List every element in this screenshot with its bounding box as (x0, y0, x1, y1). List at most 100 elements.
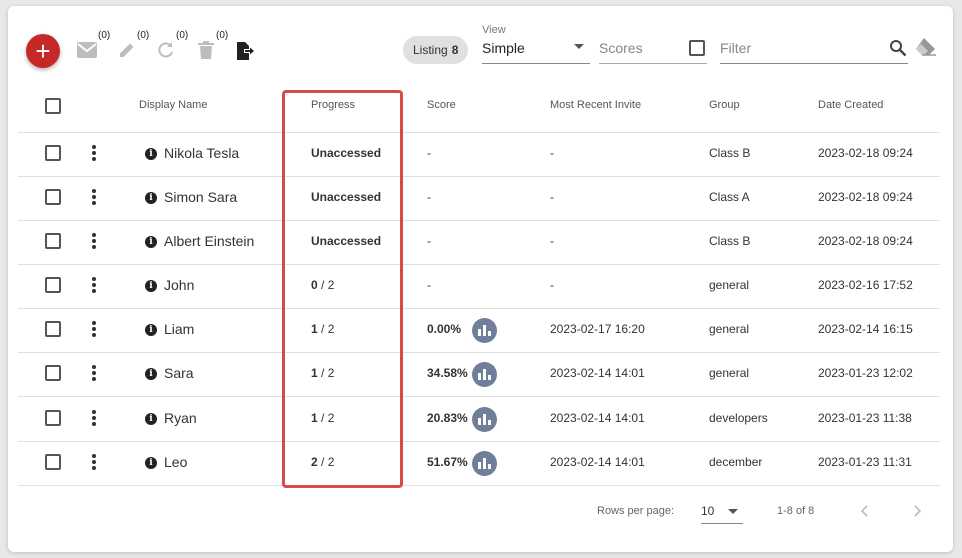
row-menu-icon[interactable] (92, 365, 96, 381)
row-date-created: 2023-02-18 09:24 (818, 190, 913, 204)
row-menu-icon[interactable] (92, 233, 96, 249)
row-display-name: Ryan (164, 410, 197, 426)
trash-icon (198, 41, 214, 59)
clear-filter-button[interactable] (914, 37, 938, 62)
row-checkbox[interactable] (45, 145, 61, 161)
row-group: developers (709, 411, 768, 425)
filter-placeholder: Filter (720, 40, 752, 56)
edit-count: (0) (137, 30, 150, 41)
row-score: - (427, 234, 431, 248)
row-date-created: 2023-01-23 12:02 (818, 366, 913, 380)
row-checkbox[interactable] (45, 321, 61, 337)
info-icon[interactable]: i (145, 148, 157, 160)
header-most-recent-invite[interactable]: Most Recent Invite (550, 99, 641, 111)
pagination-range: 1-8 of 8 (777, 505, 815, 517)
info-icon[interactable]: i (145, 280, 157, 292)
bar-chart-icon[interactable] (472, 362, 497, 387)
header-group[interactable]: Group (709, 99, 740, 111)
row-date-created: 2023-02-14 16:15 (818, 322, 913, 336)
bar-chart-icon[interactable] (472, 451, 497, 476)
email-button[interactable] (76, 39, 98, 61)
header-date-created[interactable]: Date Created (818, 99, 883, 111)
row-date-created: 2023-02-18 09:24 (818, 234, 913, 248)
retry-button[interactable] (155, 39, 177, 61)
row-menu-icon[interactable] (92, 277, 96, 293)
info-icon[interactable]: i (145, 368, 157, 380)
rows-per-page-value: 10 (701, 504, 715, 518)
info-icon[interactable]: i (145, 457, 157, 469)
info-icon[interactable]: i (145, 413, 157, 425)
previous-page-button[interactable] (859, 504, 871, 523)
row-checkbox[interactable] (45, 365, 61, 381)
bar-chart-icon[interactable] (472, 407, 497, 432)
row-checkbox[interactable] (45, 189, 61, 205)
row-menu-icon[interactable] (92, 145, 96, 161)
row-invite: 2023-02-14 14:01 (550, 455, 645, 469)
info-icon[interactable]: i (145, 324, 157, 336)
select-all-checkbox[interactable] (45, 98, 61, 114)
row-checkbox[interactable] (45, 233, 61, 249)
chevron-right-icon (914, 505, 922, 517)
row-score: 34.58% (427, 366, 468, 380)
chevron-down-icon (574, 44, 584, 49)
row-group: Class B (709, 146, 751, 160)
row-invite: - (550, 278, 554, 292)
view-select[interactable]: Simple (482, 40, 590, 64)
info-icon[interactable]: i (145, 236, 157, 248)
bar-chart-icon[interactable] (472, 318, 497, 343)
header-score[interactable]: Score (427, 99, 456, 111)
listing-chip[interactable]: Listing 8 (403, 36, 469, 64)
mail-icon (77, 42, 97, 58)
row-invite: - (550, 234, 554, 248)
export-button[interactable] (234, 40, 256, 62)
info-icon[interactable]: i (145, 192, 157, 204)
search-icon (890, 40, 907, 57)
row-date-created: 2023-02-16 17:52 (818, 278, 913, 292)
row-menu-icon[interactable] (92, 454, 96, 470)
chevron-down-icon (728, 509, 738, 514)
view-label: View (482, 24, 506, 36)
row-score: 51.67% (427, 455, 468, 469)
edit-button[interactable] (116, 39, 138, 61)
chevron-left-icon (860, 505, 868, 517)
row-group: Class B (709, 234, 751, 248)
add-button[interactable]: + (26, 34, 60, 68)
row-checkbox[interactable] (45, 410, 61, 426)
listing-label: Listing (413, 43, 448, 57)
header-display-name[interactable]: Display Name (139, 99, 207, 111)
row-menu-icon[interactable] (92, 189, 96, 205)
search-button[interactable] (889, 39, 907, 62)
row-checkbox[interactable] (45, 277, 61, 293)
delete-button[interactable] (195, 39, 217, 61)
row-display-name: Liam (164, 321, 195, 337)
plus-icon: + (35, 36, 51, 66)
row-date-created: 2023-01-23 11:31 (818, 455, 912, 469)
row-invite: 2023-02-17 16:20 (550, 322, 645, 336)
row-date-created: 2023-02-18 09:24 (818, 146, 913, 160)
row-display-name: John (164, 277, 195, 293)
scores-checkbox[interactable] (689, 40, 705, 56)
row-menu-icon[interactable] (92, 410, 96, 426)
row-group: Class A (709, 190, 750, 204)
next-page-button[interactable] (911, 504, 923, 523)
row-score: - (427, 146, 431, 160)
filter-input[interactable]: Filter (720, 40, 908, 64)
progress-column-highlight (282, 90, 403, 488)
eraser-icon (916, 38, 936, 56)
row-divider (18, 485, 940, 486)
row-invite: - (550, 146, 554, 160)
row-invite: 2023-02-14 14:01 (550, 411, 645, 425)
row-display-name: Sara (164, 365, 194, 381)
row-checkbox[interactable] (45, 454, 61, 470)
row-display-name: Simon Sara (164, 189, 238, 205)
row-menu-icon[interactable] (92, 321, 96, 337)
row-invite: 2023-02-14 14:01 (550, 366, 645, 380)
pencil-icon (120, 43, 134, 57)
row-score: - (427, 278, 431, 292)
rows-per-page-select[interactable]: 10 (701, 500, 743, 524)
retry-count: (0) (176, 30, 189, 41)
row-group: general (709, 322, 750, 336)
delete-count: (0) (216, 30, 229, 41)
email-count: (0) (98, 30, 111, 41)
export-icon (237, 42, 254, 60)
